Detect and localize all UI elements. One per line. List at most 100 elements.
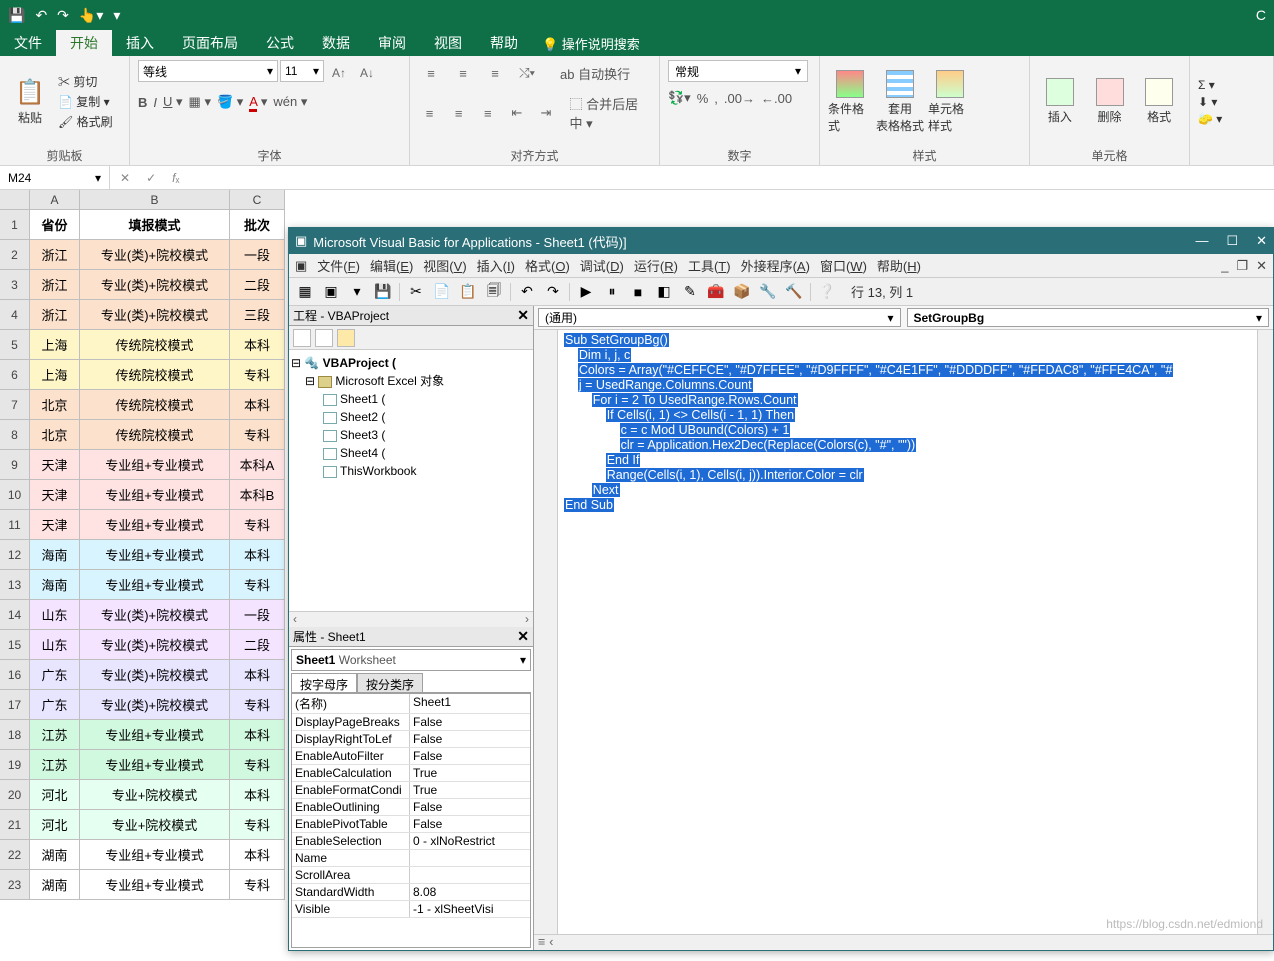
increase-font-icon[interactable]: A↑ xyxy=(326,60,352,86)
align-right-icon[interactable]: ≡ xyxy=(476,100,499,126)
cell[interactable]: 专业(类)+院校模式 xyxy=(80,630,230,660)
cell[interactable]: 专科 xyxy=(230,420,285,450)
ribbon-tab-5[interactable]: 数据 xyxy=(308,30,364,56)
cell[interactable]: 专科 xyxy=(230,870,285,900)
vba-tb-icon[interactable]: ⏸ xyxy=(602,282,622,302)
property-row[interactable]: EnableOutliningFalse xyxy=(292,799,530,816)
align-bot-icon[interactable]: ≡ xyxy=(482,60,508,86)
fill-icon[interactable]: ⬇ ▾ xyxy=(1198,95,1222,109)
cell[interactable]: 海南 xyxy=(30,570,80,600)
save-icon[interactable]: 💾 xyxy=(8,7,25,24)
cell[interactable]: 专科 xyxy=(230,570,285,600)
project-scrollbar[interactable]: ‹› xyxy=(289,611,533,627)
paste-button[interactable]: 📋 粘贴 xyxy=(8,67,52,137)
vba-menu-item[interactable]: 窗口(W) xyxy=(820,256,867,275)
enter-icon[interactable]: ✓ xyxy=(146,171,156,185)
property-row[interactable]: EnableCalculationTrue xyxy=(292,765,530,782)
row-header[interactable]: 1 xyxy=(0,210,30,240)
maximize-icon[interactable]: ☐ xyxy=(1226,233,1238,249)
phonetic-button[interactable]: wén ▾ xyxy=(273,94,307,110)
decrease-font-icon[interactable]: A↓ xyxy=(354,60,380,86)
row-header[interactable]: 11 xyxy=(0,510,30,540)
cell[interactable]: 专科 xyxy=(230,690,285,720)
vba-tb-icon[interactable]: ❔ xyxy=(817,282,837,302)
vba-tb-icon[interactable]: 📄 xyxy=(432,282,452,302)
vba-tb-icon[interactable]: 🧰 xyxy=(706,282,726,302)
dec-decimal-icon[interactable]: ←.00 xyxy=(761,91,792,106)
clear-icon[interactable]: 🧽 ▾ xyxy=(1198,112,1222,126)
proj-btn-1[interactable] xyxy=(293,329,311,347)
row-header[interactable]: 15 xyxy=(0,630,30,660)
cell[interactable]: 北京 xyxy=(30,390,80,420)
vba-menu-item[interactable]: 格式(O) xyxy=(525,256,570,275)
vba-tb-icon[interactable]: ■ xyxy=(628,282,648,302)
cell[interactable]: 三段 xyxy=(230,300,285,330)
property-row[interactable]: ScrollArea xyxy=(292,867,530,884)
cell[interactable]: 专科 xyxy=(230,810,285,840)
row-header[interactable]: 18 xyxy=(0,720,30,750)
close-icon[interactable]: ✕ xyxy=(1256,233,1267,249)
align-left-icon[interactable]: ≡ xyxy=(418,100,441,126)
property-row[interactable]: EnableSelection0 - xlNoRestrict xyxy=(292,833,530,850)
cell[interactable]: 专业(类)+院校模式 xyxy=(80,240,230,270)
format-cells-button[interactable]: 格式 xyxy=(1137,67,1181,137)
cell[interactable]: 本科 xyxy=(230,660,285,690)
cell[interactable]: 天津 xyxy=(30,450,80,480)
ribbon-tab-3[interactable]: 页面布局 xyxy=(168,30,252,56)
row-header[interactable]: 8 xyxy=(0,420,30,450)
cell-styles-button[interactable]: 单元格样式 xyxy=(928,67,972,137)
cell[interactable]: 江苏 xyxy=(30,750,80,780)
vba-tb-icon[interactable]: ▣ xyxy=(321,282,341,302)
mdi-restore-icon[interactable]: ❐ xyxy=(1236,258,1248,274)
fx-icon[interactable]: fₓ xyxy=(172,171,179,185)
ribbon-tab-2[interactable]: 插入 xyxy=(112,30,168,56)
prop-tab-category[interactable]: 按分类序 xyxy=(357,673,423,692)
vba-menu-item[interactable]: 文件(F) xyxy=(317,256,360,275)
number-format-select[interactable]: 常规▾ xyxy=(668,60,808,82)
vba-tb-icon[interactable]: ✎ xyxy=(680,282,700,302)
vba-menu-item[interactable]: 运行(R) xyxy=(634,256,678,275)
cell[interactable]: 批次 xyxy=(230,210,285,240)
font-name-select[interactable]: 等线▾ xyxy=(138,60,278,82)
indent-inc-icon[interactable]: ⇥ xyxy=(534,100,557,126)
ribbon-tab-8[interactable]: 帮助 xyxy=(476,30,532,56)
vba-menu-item[interactable]: 编辑(E) xyxy=(370,256,413,275)
cell[interactable]: 二段 xyxy=(230,270,285,300)
cell[interactable]: 专业(类)+院校模式 xyxy=(80,300,230,330)
cell[interactable]: 传统院校模式 xyxy=(80,360,230,390)
vba-tb-icon[interactable]: 🔧 xyxy=(758,282,778,302)
align-mid-icon[interactable]: ≡ xyxy=(450,60,476,86)
vba-tb-icon[interactable]: 📋 xyxy=(458,282,478,302)
cell[interactable]: 省份 xyxy=(30,210,80,240)
cell[interactable]: 填报模式 xyxy=(80,210,230,240)
property-row[interactable]: (名称)Sheet1 xyxy=(292,694,530,714)
prop-tab-alpha[interactable]: 按字母序 xyxy=(291,673,357,692)
cell[interactable]: 专业(类)+院校模式 xyxy=(80,660,230,690)
code-editor[interactable]: Sub SetGroupBg() Dim i, j, c Colors = Ar… xyxy=(534,330,1273,950)
properties-grid[interactable]: (名称)Sheet1DisplayPageBreaksFalseDisplayR… xyxy=(291,693,531,948)
merge-center-button[interactable]: ⬚ 合并后居中 ▾ xyxy=(569,94,651,132)
copy-button[interactable]: 📄 复制 ▾ xyxy=(58,93,113,110)
undo-icon[interactable]: ↶ xyxy=(35,7,47,24)
row-header[interactable]: 6 xyxy=(0,360,30,390)
ribbon-tab-0[interactable]: 文件 xyxy=(0,30,56,56)
properties-object-select[interactable]: Sheet1 Worksheet▾ xyxy=(291,649,531,671)
cell[interactable]: 专业组+专业模式 xyxy=(80,720,230,750)
cell[interactable]: 本科 xyxy=(230,840,285,870)
inc-decimal-icon[interactable]: .00→ xyxy=(724,91,755,106)
cell[interactable]: 山东 xyxy=(30,600,80,630)
property-row[interactable]: Name xyxy=(292,850,530,867)
cell[interactable]: 传统院校模式 xyxy=(80,330,230,360)
vba-menu-item[interactable]: 调试(D) xyxy=(580,256,624,275)
project-tree[interactable]: ⊟ 🔩 VBAProject (⊟ Microsoft Excel 对象Shee… xyxy=(289,350,533,611)
row-header[interactable]: 5 xyxy=(0,330,30,360)
cond-format-button[interactable]: 条件格式 xyxy=(828,67,872,137)
cell[interactable]: 本科 xyxy=(230,390,285,420)
cell[interactable]: 北京 xyxy=(30,420,80,450)
cell[interactable]: 专业组+专业模式 xyxy=(80,480,230,510)
tell-me-search[interactable]: 💡 操作说明搜索 xyxy=(532,30,650,56)
property-row[interactable]: Visible-1 - xlSheetVisi xyxy=(292,901,530,918)
close-project-pane-icon[interactable]: ✕ xyxy=(517,307,529,324)
cell[interactable]: 一段 xyxy=(230,240,285,270)
cell[interactable]: 浙江 xyxy=(30,270,80,300)
